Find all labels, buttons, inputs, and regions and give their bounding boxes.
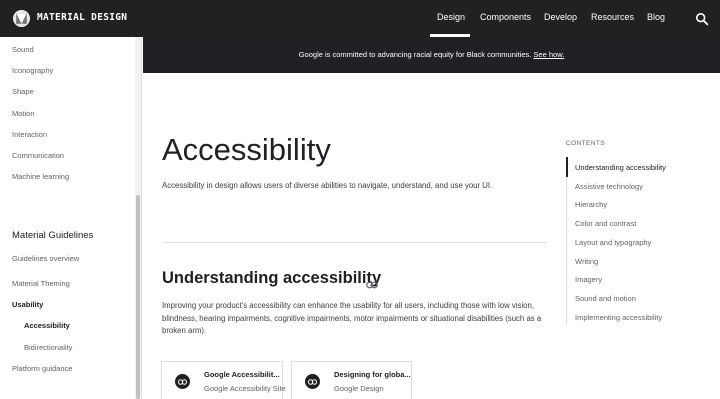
nav-develop[interactable]: Develop	[544, 12, 577, 22]
sidebar-item-interaction[interactable]: Interaction	[12, 130, 47, 139]
page-title: Accessibility	[162, 132, 331, 167]
toc-item-understanding-accessibility[interactable]: Understanding accessibility	[575, 163, 666, 172]
sidebar-item-machine-learning[interactable]: Machine learning	[12, 172, 69, 181]
announcement-banner: Google is committed to advancing racial …	[143, 37, 720, 73]
resource-card-designing-global[interactable]: Designing for globa... Google Design	[291, 361, 412, 399]
link-icon	[305, 374, 320, 389]
sidebar-item-shape[interactable]: Shape	[12, 87, 34, 96]
toc-item-color-and-contrast[interactable]: Color and contrast	[575, 219, 636, 228]
sidebar-item-sound[interactable]: Sound	[12, 45, 34, 54]
section-paragraph: Improving your product's accessibility c…	[162, 301, 542, 335]
sidebar-item-platform-guidance[interactable]: Platform guidance	[12, 364, 72, 373]
toc-item-assistive-technology[interactable]: Assistive technology	[575, 182, 643, 191]
toc-item-sound-and-motion[interactable]: Sound and motion	[575, 294, 636, 303]
sidebar-item-communication[interactable]: Communication	[12, 151, 64, 160]
card-subtitle: Google Design	[334, 384, 384, 393]
top-app-bar: MATERIAL DESIGN Design Components Develo…	[0, 0, 720, 37]
toc-active-indicator	[566, 157, 568, 177]
left-nav-drawer: Sound Iconography Shape Motion Interacti…	[0, 37, 142, 399]
resource-card-google-accessibility[interactable]: Google Accessibilit... Google Accessibil…	[161, 361, 286, 399]
toc-item-implementing-accessibility[interactable]: Implementing accessibility	[575, 313, 662, 322]
search-icon[interactable]	[695, 12, 709, 26]
card-subtitle: Google Accessibility Site	[204, 384, 286, 393]
page-intro: Accessibility in design allows users of …	[162, 181, 493, 190]
toc-heading: CONTENTS	[566, 140, 605, 147]
banner-see-how-link[interactable]: See how.	[533, 50, 564, 59]
link-icon	[175, 374, 190, 389]
card-title: Google Accessibilit...	[204, 370, 280, 379]
sidebar-item-bidirectionality[interactable]: Bidirectionality	[24, 343, 72, 352]
banner-text: Google is committed to advancing racial …	[298, 50, 532, 59]
link-icon[interactable]	[366, 276, 378, 289]
banner-message: Google is committed to advancing racial …	[143, 50, 720, 59]
nav-design[interactable]: Design	[437, 12, 465, 22]
sidebar-item-iconography[interactable]: Iconography	[12, 66, 53, 75]
toc-item-writing[interactable]: Writing	[575, 257, 598, 266]
section-divider	[162, 242, 547, 243]
nav-components[interactable]: Components	[480, 12, 531, 22]
sidebar-item-material-theming[interactable]: Material Theming	[12, 279, 70, 288]
sidebar-item-guidelines-overview[interactable]: Guidelines overview	[12, 254, 79, 263]
card-title: Designing for globa...	[334, 370, 411, 379]
nav-resources[interactable]: Resources	[591, 12, 634, 22]
toc-item-imagery[interactable]: Imagery	[575, 275, 602, 284]
sidebar-section-heading[interactable]: Material Guidelines	[12, 230, 93, 241]
section-title: Understanding accessibility	[162, 269, 382, 287]
toc-item-layout-and-typography[interactable]: Layout and typography	[575, 238, 651, 247]
sidebar-item-motion[interactable]: Motion	[12, 109, 35, 118]
toc-item-hierarchy[interactable]: Hierarchy	[575, 200, 607, 209]
nav-blog[interactable]: Blog	[647, 12, 665, 22]
material-logo-icon[interactable]	[13, 10, 30, 27]
toc-rail	[566, 157, 567, 325]
sidebar-scrollbar-thumb[interactable]	[136, 195, 140, 399]
brand-title[interactable]: MATERIAL DESIGN	[37, 12, 127, 23]
sidebar-item-usability[interactable]: Usability	[12, 300, 43, 309]
sidebar-item-accessibility[interactable]: Accessibility	[24, 321, 70, 330]
